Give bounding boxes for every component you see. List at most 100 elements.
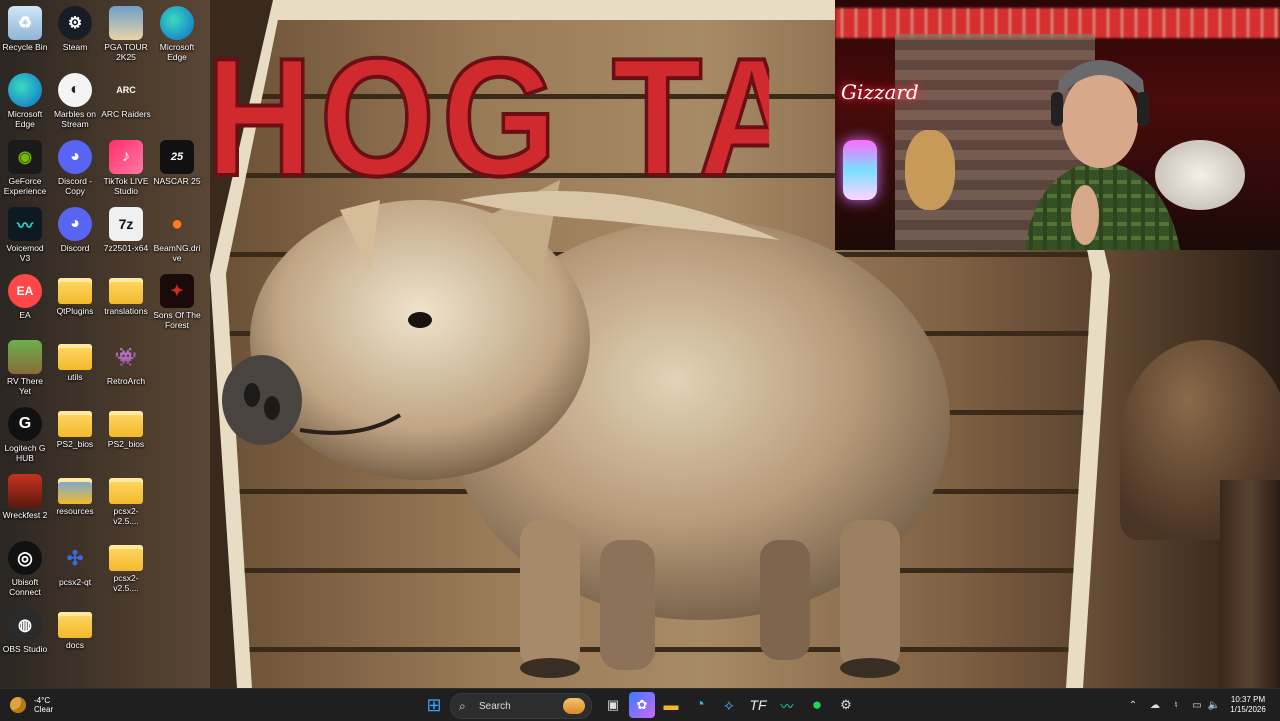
discord-icon: ◕ <box>58 207 92 241</box>
arc-raiders-icon: ARC <box>116 85 136 95</box>
sons-forest-icon: ✦ <box>160 274 194 308</box>
tray-onedrive[interactable]: ☁ <box>1147 689 1163 721</box>
voicemod-icon: 〰 <box>8 207 42 241</box>
folder-icon <box>109 278 143 304</box>
clock-date: 1/15/2026 <box>1230 705 1266 714</box>
microphone-image <box>843 140 877 200</box>
folder-icon: ▬ <box>663 696 679 714</box>
settings-icon: ⚙ <box>840 697 852 712</box>
desktop-icon-marbles[interactable]: ◐ Marbles on Stream <box>50 69 100 129</box>
taskbar-voicemod[interactable]: 〰 <box>774 692 800 718</box>
7zip-icon: 7z <box>109 207 143 241</box>
start-button[interactable]: ⊞ <box>421 692 447 718</box>
webcam-overlay: Gizzard <box>835 0 1280 250</box>
cloud-icon: ☁ <box>1150 699 1160 711</box>
taskbar-edge[interactable]: ◔ <box>687 692 713 718</box>
desktop-icon-obs[interactable]: ◍ OBS Studio <box>0 604 50 654</box>
rv-there-yet-icon <box>8 340 42 374</box>
folder-icon <box>109 411 143 437</box>
folder-icon <box>58 478 92 504</box>
desktop-icon-7zip[interactable]: 7z 7z2501-x64 <box>101 203 151 253</box>
tray-microphone[interactable]: ♮ <box>1168 689 1184 721</box>
neon-sign: Gizzard <box>841 80 919 104</box>
clock-time: 10:37 PM <box>1230 695 1266 704</box>
desktop-icon-ea[interactable]: EA EA <box>0 270 50 320</box>
geforce-icon: ◉ <box>8 140 42 174</box>
clock[interactable]: 10:37 PM 1/15/2026 <box>1222 689 1274 721</box>
tf-icon: TF <box>749 697 767 713</box>
desktop-icon-pcsx2-qt[interactable]: ✣ pcsx2-qt <box>50 537 100 588</box>
edge-icon: ◔ <box>695 696 705 713</box>
desktop-icon-pcsx2-folder[interactable]: pcsx2-v2.5.... <box>101 470 151 526</box>
desktop-icon-ubisoft[interactable]: ◎ Ubisoft Connect <box>0 537 50 597</box>
network-icon: ▭ <box>1192 699 1202 711</box>
pcsx2-icon: ✣ <box>66 547 84 570</box>
voicemod-icon: 〰 <box>780 698 794 714</box>
tray-network[interactable]: ▭ <box>1189 689 1205 721</box>
desktop-icon-beamng[interactable]: ● BeamNG.drive <box>152 203 202 264</box>
desktop-icon-discord[interactable]: ◕ Discord <box>50 203 100 253</box>
desktop-icon-retroarch[interactable]: 👾 RetroArch <box>101 336 151 387</box>
streamer-image <box>1025 60 1180 250</box>
tray-volume[interactable]: 🔈 <box>1206 689 1222 721</box>
taskbar-app-gear[interactable]: ⚙ <box>833 692 859 718</box>
desktop-icon-steam[interactable]: ⚙ Steam <box>50 2 100 52</box>
taskbar-app-tf[interactable]: TF <box>745 692 771 718</box>
desktop-icon-tiktok[interactable]: ♪ TikTok LIVE Studio <box>101 136 151 196</box>
desktop-icon-translations[interactable]: translations <box>101 270 151 316</box>
desktop-icon-edge-2[interactable]: Microsoft Edge <box>0 69 50 129</box>
desktop-icon-pga-tour[interactable]: PGA TOUR 2K25 <box>101 2 151 62</box>
desktop-icon-nascar[interactable]: 25 NASCAR 25 <box>152 136 202 186</box>
folder-icon <box>109 478 143 504</box>
weather-temp: -4°C <box>34 696 51 705</box>
tiktok-icon: ♪ <box>109 140 143 174</box>
discord-icon: ◕ <box>58 140 92 174</box>
desktop-icon-docs[interactable]: docs <box>50 604 100 650</box>
desktop-icon-discord-copy[interactable]: ◕ Discord - Copy <box>50 136 100 196</box>
taskbar-app-bird[interactable]: ⟡ <box>716 692 742 718</box>
taskbar-copilot[interactable]: ✿ <box>629 692 655 718</box>
desktop-icon-utils[interactable]: utils <box>50 336 100 382</box>
weather-condition: Clear <box>34 705 54 714</box>
desktop-icon-resources[interactable]: resources <box>50 470 100 516</box>
ea-icon: EA <box>8 274 42 308</box>
tray-overflow-button[interactable]: ⌃ <box>1126 689 1140 721</box>
desktop-icon-ps2-bios-2[interactable]: PS2_bios <box>101 403 151 449</box>
copilot-icon: ✿ <box>636 697 648 712</box>
taskbar-spotify[interactable]: ● <box>804 692 830 718</box>
weather-widget[interactable]: -4°C Clear <box>10 689 70 721</box>
edge-icon <box>160 6 194 40</box>
guitar-image <box>905 130 955 210</box>
taskbar-file-explorer[interactable]: ▬ <box>658 692 684 718</box>
desktop-icon-arc-raiders[interactable]: ARC ARC Raiders <box>101 69 151 119</box>
desktop-icon-geforce[interactable]: ◉ GeForce Experience <box>0 136 50 196</box>
search-icon: ⌕ <box>459 698 466 713</box>
desktop-icon-qtplugins[interactable]: QtPlugins <box>50 270 100 316</box>
nascar-icon: 25 <box>160 140 194 174</box>
folder-icon <box>58 411 92 437</box>
desktop-icon-recycle-bin[interactable]: ♻ Recycle Bin <box>0 2 50 52</box>
pga-tour-icon <box>109 6 143 40</box>
bird-icon: ⟡ <box>724 696 734 714</box>
desktop-icon-voicemod[interactable]: 〰 Voicemod V3 <box>0 203 50 263</box>
desktop-icon-ps2-bios[interactable]: PS2_bios <box>50 403 100 449</box>
logitech-icon: G <box>8 407 42 441</box>
desktop-icon-sons-forest[interactable]: ✦ Sons Of The Forest <box>152 270 202 330</box>
chevron-up-icon: ⌃ <box>1128 699 1138 711</box>
obs-icon: ◍ <box>8 608 42 642</box>
desktop-icon-wreckfest[interactable]: Wreckfest 2 <box>0 470 50 520</box>
moon-icon <box>10 697 26 713</box>
desktop-icon-edge[interactable]: Microsoft Edge <box>152 2 202 62</box>
ubisoft-icon: ◎ <box>8 541 42 575</box>
search-box[interactable]: ⌕ Search <box>450 693 592 719</box>
microphone-icon: ♮ <box>1174 699 1178 711</box>
taskbar: -4°C Clear ⊞ ⌕ Search ▣ ✿ ▬ ◔ ⟡ TF 〰 ● ⚙… <box>0 688 1280 721</box>
search-placeholder: Search <box>479 700 511 712</box>
speaker-icon: 🔈 <box>1207 699 1221 711</box>
desktop-icon-logitech[interactable]: G Logitech G HUB <box>0 403 50 463</box>
folder-icon <box>58 344 92 370</box>
task-view-button[interactable]: ▣ <box>600 692 626 718</box>
desktop-icon-pcsx2-folder-2[interactable]: pcsx2-v2.5.... <box>101 537 151 593</box>
desktop-icon-rv-there-yet[interactable]: RV There Yet <box>0 336 50 396</box>
beamng-icon: ● <box>170 212 184 235</box>
